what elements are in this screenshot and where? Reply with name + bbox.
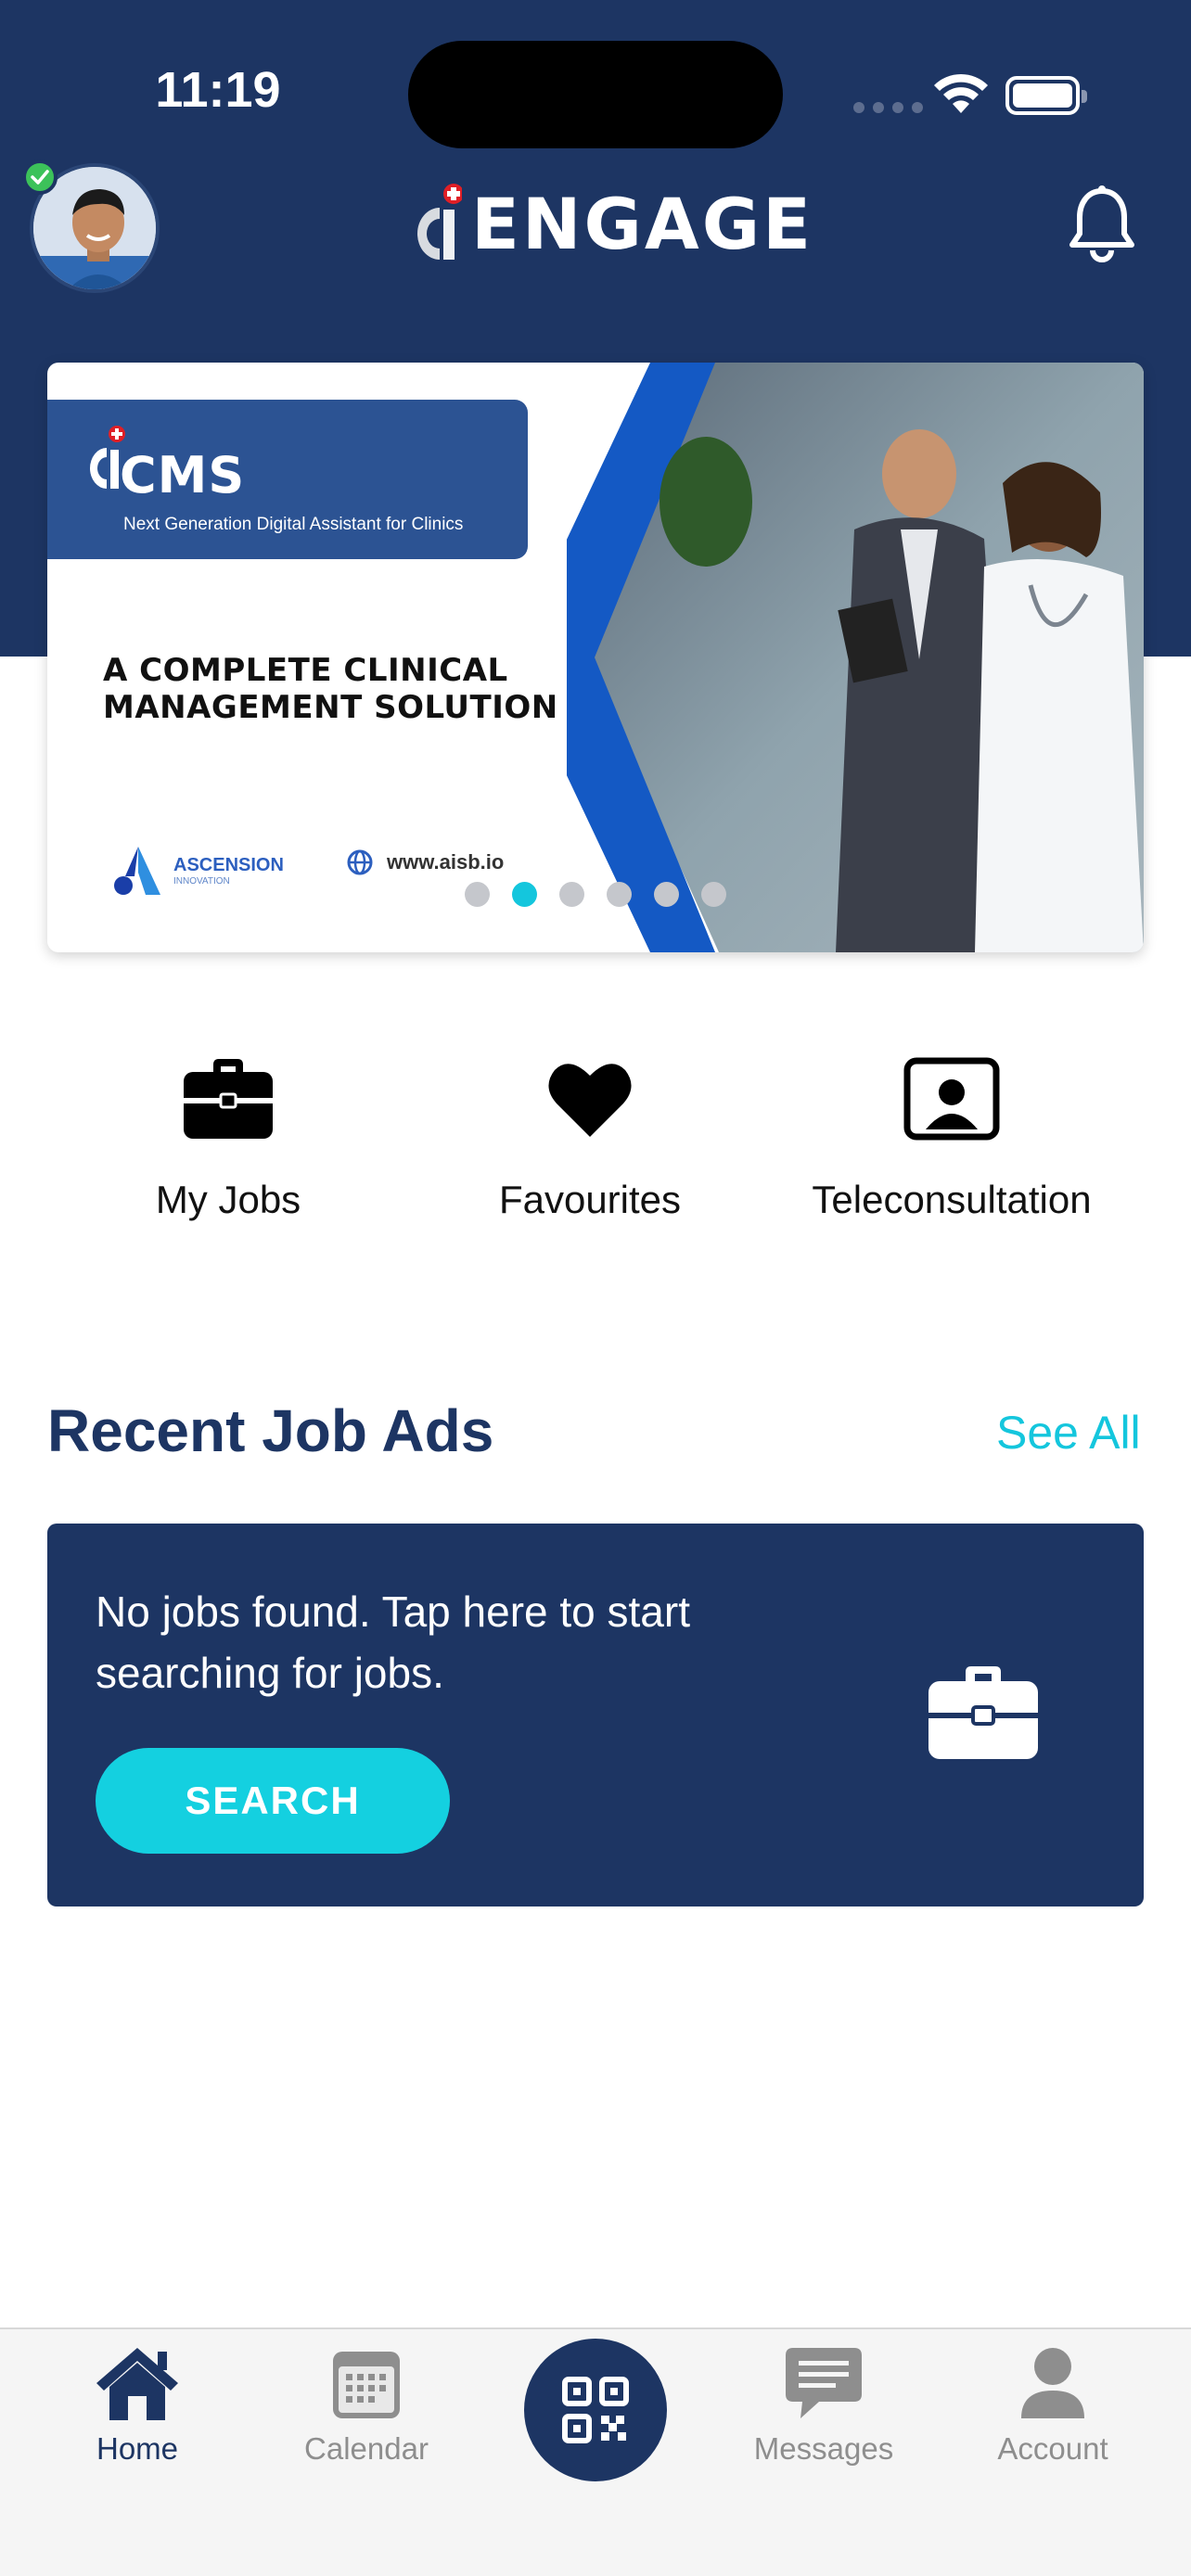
carousel-dot[interactable] bbox=[607, 882, 632, 907]
tab-calendar-label: Calendar bbox=[304, 2431, 429, 2466]
carousel-dot[interactable] bbox=[559, 882, 584, 907]
battery-icon bbox=[1005, 76, 1087, 115]
carousel-dot-active[interactable] bbox=[512, 882, 537, 907]
carousel-dot[interactable] bbox=[465, 882, 490, 907]
ascension-logo: ASCENSION INNOVATION bbox=[112, 845, 284, 897]
tab-messages-label: Messages bbox=[753, 2431, 894, 2466]
qr-scan-button[interactable] bbox=[524, 2339, 667, 2481]
calendar-icon bbox=[333, 2352, 400, 2418]
ai-logo-mark-icon bbox=[417, 184, 462, 260]
empty-jobs-card[interactable]: No jobs found. Tap here to start searchi… bbox=[47, 1524, 1144, 1906]
ascension-logo-icon bbox=[114, 847, 160, 895]
briefcase-icon bbox=[184, 1059, 273, 1139]
tab-account[interactable]: Account bbox=[951, 2344, 1155, 2467]
promo-banner-carousel[interactable]: CMS Next Generation Digital Assistant fo… bbox=[47, 363, 1144, 952]
carousel-pagination[interactable] bbox=[465, 882, 726, 907]
favourites-label: Favourites bbox=[498, 1178, 682, 1221]
banner-product-name: CMS bbox=[120, 446, 246, 504]
messages-icon bbox=[786, 2348, 862, 2418]
briefcase-icon bbox=[928, 1666, 1038, 1759]
cms-brand-box: CMS bbox=[47, 400, 528, 559]
status-time: 11:19 bbox=[155, 62, 281, 118]
recent-job-ads-title: Recent Job Ads bbox=[47, 1397, 494, 1464]
globe-icon bbox=[347, 849, 373, 875]
home-icon bbox=[96, 2348, 178, 2420]
heart-icon bbox=[548, 1064, 632, 1137]
dynamic-island bbox=[408, 41, 783, 148]
banner-tagline: Next Generation Digital Assistant for Cl… bbox=[123, 515, 464, 534]
my-jobs-label: My Jobs bbox=[155, 1178, 301, 1221]
tab-account-label: Account bbox=[997, 2431, 1108, 2466]
contact-card-icon bbox=[903, 1057, 1000, 1141]
tab-messages[interactable]: Messages bbox=[722, 2344, 926, 2467]
logo-text: ENGAGE bbox=[471, 182, 814, 265]
quick-action-my-jobs[interactable]: My Jobs bbox=[52, 1057, 404, 1222]
carousel-dot[interactable] bbox=[701, 882, 726, 907]
qr-code-icon bbox=[562, 2377, 629, 2443]
website-text: www.aisb.io bbox=[387, 850, 505, 874]
ascension-sub: INNOVATION bbox=[173, 876, 230, 886]
carousel-dot[interactable] bbox=[654, 882, 679, 907]
quick-action-favourites[interactable]: Favourites bbox=[414, 1057, 766, 1222]
cellular-signal-icon bbox=[853, 102, 923, 113]
banner-headline: A COMPLETE CLINICAL MANAGEMENT SOLUTION bbox=[103, 652, 558, 726]
search-button[interactable]: SEARCH bbox=[96, 1748, 450, 1854]
app-logo: ENGAGE bbox=[408, 182, 813, 265]
empty-jobs-message: No jobs found. Tap here to start searchi… bbox=[96, 1588, 690, 1697]
account-icon bbox=[1021, 2348, 1084, 2418]
wifi-icon bbox=[934, 73, 988, 113]
online-status-icon bbox=[22, 159, 58, 195]
headline-line-1: A COMPLETE CLINICAL bbox=[103, 652, 508, 689]
see-all-link[interactable]: See All bbox=[996, 1406, 1141, 1460]
ascension-name: ASCENSION bbox=[173, 855, 284, 875]
headline-line-2: MANAGEMENT SOLUTION bbox=[103, 689, 558, 726]
quick-action-teleconsultation[interactable]: Teleconsultation bbox=[775, 1057, 1128, 1222]
notification-bell-icon[interactable] bbox=[1065, 184, 1139, 263]
banner-doctors-photo bbox=[567, 363, 1144, 952]
teleconsultation-label: Teleconsultation bbox=[812, 1178, 1092, 1221]
tab-calendar[interactable]: Calendar bbox=[264, 2344, 468, 2467]
banner-website: www.aisb.io bbox=[346, 848, 504, 876]
tab-home-label: Home bbox=[96, 2431, 179, 2466]
tab-home[interactable]: Home bbox=[35, 2344, 239, 2467]
